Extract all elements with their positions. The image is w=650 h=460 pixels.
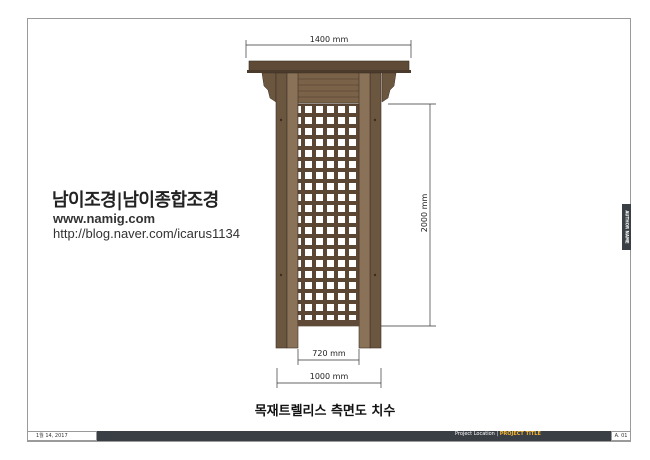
dim-top-width: 1400 mm	[245, 35, 412, 58]
dim-height: 2000 mm	[380, 103, 436, 327]
drawing-caption: 목재트렐리스 측면도 치수	[254, 404, 396, 419]
project-info: Project Location | PROJECT TITLE	[455, 431, 541, 441]
author-name: AUTHOR NAME	[624, 210, 629, 244]
brand-website[interactable]: www.namig.com	[53, 211, 155, 226]
author-tab: AUTHOR NAME	[622, 204, 631, 250]
dim-height-label: 2000 mm	[420, 194, 429, 233]
brand-blog-url[interactable]: http://blog.naver.com/icarus1134	[53, 226, 240, 241]
page-number: A. 01	[611, 431, 631, 441]
project-title: PROJECT TITLE	[499, 431, 541, 437]
trellis-structure	[247, 60, 411, 349]
brand-korean: 남이조경|남이종합조경	[52, 190, 219, 211]
dim-base-width-label: 1000 mm	[310, 372, 349, 381]
dim-top-width-label: 1400 mm	[310, 35, 349, 44]
project-location: Project Location	[455, 431, 495, 437]
dim-inner-width-label: 720 mm	[312, 349, 346, 358]
date-box: 1월 14, 2017	[27, 431, 97, 441]
dim-inner-width: 720 mm	[297, 349, 360, 365]
dim-base-width: 1000 mm	[276, 368, 382, 388]
